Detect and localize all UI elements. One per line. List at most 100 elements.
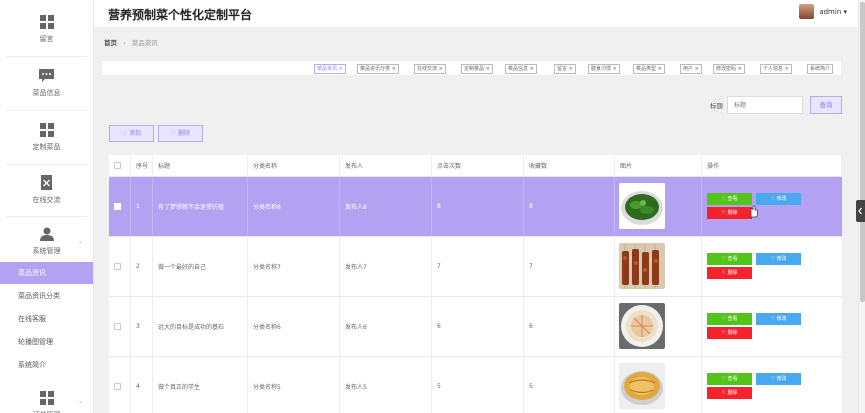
cell-clicks: 5 <box>432 357 524 413</box>
row-checkbox[interactable] <box>114 203 121 210</box>
table-header: 序号 标题 分类名称 发布人 点击次数 收藏数 图片 操作 <box>109 155 842 177</box>
cell-title: 有了梦想就不会迷惘彷徨 <box>153 177 248 236</box>
sidebar-subitem-1[interactable]: 菜品资讯分类 <box>0 285 93 307</box>
search-input[interactable] <box>727 96 803 114</box>
grid-icon <box>39 15 54 34</box>
breadcrumb-separator: › <box>123 39 126 47</box>
food-image <box>619 182 665 231</box>
table-header-cell: 序号 <box>131 155 153 176</box>
tags-bar: 菜品资讯 × 菜品资讯分类 × 在线交流 × 定制菜品 × 菜品信息 × 留言 × 膳食习惯… <box>101 60 842 76</box>
cell-favorites: 8 <box>524 177 615 236</box>
user-menu[interactable]: admin ▾ <box>799 4 847 19</box>
search-label: 标题 <box>710 102 723 110</box>
cell-index: 2 <box>131 237 153 296</box>
tab-tag-7[interactable]: 菜品类型 × <box>633 64 665 74</box>
sidebar: 留言 菜品信息 定制菜品 在线交流 系统管理 ⌃ 菜品资讯 菜品资讯分类 在线客服 轮播图管理 系统… <box>0 0 94 413</box>
food-image <box>619 302 665 351</box>
add-button[interactable]: ♡ 添加 <box>109 125 154 142</box>
table-header-cell: 图片 <box>615 155 702 176</box>
tab-tag-10[interactable]: 个人信息 × <box>760 64 792 74</box>
cell-clicks: 6 <box>432 297 524 356</box>
sidebar-subitem-0[interactable]: 菜品资讯 <box>0 262 93 284</box>
side-panel-toggle[interactable] <box>856 200 865 222</box>
food-image <box>619 362 665 411</box>
edit-button[interactable]: ♡ 修改 <box>756 253 801 265</box>
cell-image <box>615 357 702 413</box>
mouse-cursor-icon <box>750 205 758 218</box>
sidebar-subitem-3[interactable]: 轮播图管理 <box>0 331 93 353</box>
delete-button[interactable]: ♡ 删除 <box>158 125 203 142</box>
view-button[interactable]: ♡ 查看 <box>707 193 752 205</box>
cell-publisher: 发布人7 <box>340 237 432 296</box>
document-icon <box>40 174 53 195</box>
tab-tag-1[interactable]: 菜品资讯分类 × <box>357 64 399 74</box>
tab-tag-8[interactable]: 用户 × <box>680 64 702 74</box>
sidebar-item-4[interactable]: 系统管理 ⌃ <box>6 215 87 269</box>
sidebar-item-label: 菜品信息 <box>32 89 61 97</box>
table-row[interactable]: 2 做一个最好的自己 分类名称7 发布人7 7 7 ♡ 查看 ♡ 修改 ♡ 删除 <box>109 237 842 297</box>
tab-tag-3[interactable]: 定制菜品 × <box>461 64 493 74</box>
view-button[interactable]: ♡ 查看 <box>707 373 752 385</box>
delete-row-button[interactable]: ♡ 删除 <box>707 387 752 399</box>
tab-tag-9[interactable]: 修改密码 × <box>713 64 745 74</box>
tab-tag-11[interactable]: 系统简介 <box>807 64 834 74</box>
edit-button[interactable]: ♡ 修改 <box>756 193 801 205</box>
username-label: admin ▾ <box>819 7 847 16</box>
sidebar-item-orders[interactable]: 订单管理 ⌄ <box>6 378 87 413</box>
cell-index: 1 <box>131 177 153 236</box>
tab-tag-2[interactable]: 在线交流 × <box>414 64 446 74</box>
cell-image <box>615 177 702 236</box>
chevron-down-icon: ⌄ <box>77 398 83 405</box>
user-icon <box>39 227 54 246</box>
chat-icon <box>39 69 54 88</box>
table-header-cell: 标题 <box>153 155 248 176</box>
app-title: 营养预制菜个性化定制平台 <box>108 8 253 22</box>
row-checkbox[interactable] <box>114 323 121 330</box>
cell-title: 做一个最好的自己 <box>153 237 248 296</box>
search-button[interactable]: 查询 <box>810 96 842 114</box>
breadcrumb: 首页 › 菜品资讯 <box>104 37 158 47</box>
row-checkbox[interactable] <box>114 263 121 270</box>
view-button[interactable]: ♡ 查看 <box>707 253 752 265</box>
cell-index: 4 <box>131 357 153 413</box>
cell-favorites: 7 <box>524 237 615 296</box>
edit-button[interactable]: ♡ 修改 <box>756 313 801 325</box>
cell-clicks: 8 <box>432 177 524 236</box>
table-row[interactable]: 3 远大的目标是成功的基石 分类名称6 发布人6 6 6 ♡ 查看 ♡ 修改 ♡ 删除 <box>109 297 842 357</box>
tab-tag-0[interactable]: 菜品资讯 × <box>314 64 346 74</box>
tab-tag-4[interactable]: 菜品信息 × <box>505 64 537 74</box>
table-row[interactable]: 1 有了梦想就不会迷惘彷徨 分类名称8 发布人8 8 8 ♡ 查看 ♡ 修改 ♡ 删除 <box>109 177 842 237</box>
cell-category: 分类名称6 <box>248 297 340 356</box>
delete-row-button[interactable]: ♡ 删除 <box>707 207 752 219</box>
view-button[interactable]: ♡ 查看 <box>707 313 752 325</box>
sidebar-item-1[interactable]: 菜品信息 <box>6 57 87 111</box>
sidebar-subitem-2[interactable]: 在线客服 <box>0 308 93 330</box>
edit-button[interactable]: ♡ 修改 <box>756 373 801 385</box>
sidebar-item-label: 订单管理 <box>33 410 61 413</box>
sidebar-item-label: 系统管理 <box>32 247 61 255</box>
cell-index: 3 <box>131 297 153 356</box>
table-header-cell: 发布人 <box>340 155 432 176</box>
sidebar-item-3[interactable]: 在线交流 <box>6 163 87 217</box>
sidebar-item-label: 在线交流 <box>32 195 61 204</box>
sidebar-item-0[interactable]: 留言 <box>6 3 87 57</box>
breadcrumb-home[interactable]: 首页 <box>104 39 117 47</box>
cell-favorites: 6 <box>524 297 615 356</box>
delete-row-button[interactable]: ♡ 删除 <box>707 327 752 339</box>
delete-row-button[interactable]: ♡ 删除 <box>707 267 752 279</box>
table-header-cell: 收藏数 <box>524 155 615 176</box>
cell-favorites: 5 <box>524 357 615 413</box>
grid-icon <box>39 390 54 410</box>
table-header-cell: 操作 <box>702 155 842 176</box>
tab-tag-5[interactable]: 留言 × <box>554 64 576 74</box>
sidebar-item-2[interactable]: 定制菜品 <box>6 111 87 165</box>
table-row[interactable]: 4 做个真正的学生 分类名称5 发布人5 5 5 ♡ 查看 ♡ 修改 ♡ 删除 <box>109 357 842 413</box>
select-all-checkbox[interactable] <box>114 162 121 169</box>
row-checkbox[interactable] <box>114 383 121 390</box>
table-header-cell: 点击次数 <box>432 155 524 176</box>
cell-title: 远大的目标是成功的基石 <box>153 297 248 356</box>
sidebar-subitem-4[interactable]: 系统简介 <box>0 354 93 376</box>
table-header-cell: 分类名称 <box>248 155 340 176</box>
tab-tag-6[interactable]: 膳食习惯 × <box>588 64 620 74</box>
cell-publisher: 发布人8 <box>340 177 432 236</box>
